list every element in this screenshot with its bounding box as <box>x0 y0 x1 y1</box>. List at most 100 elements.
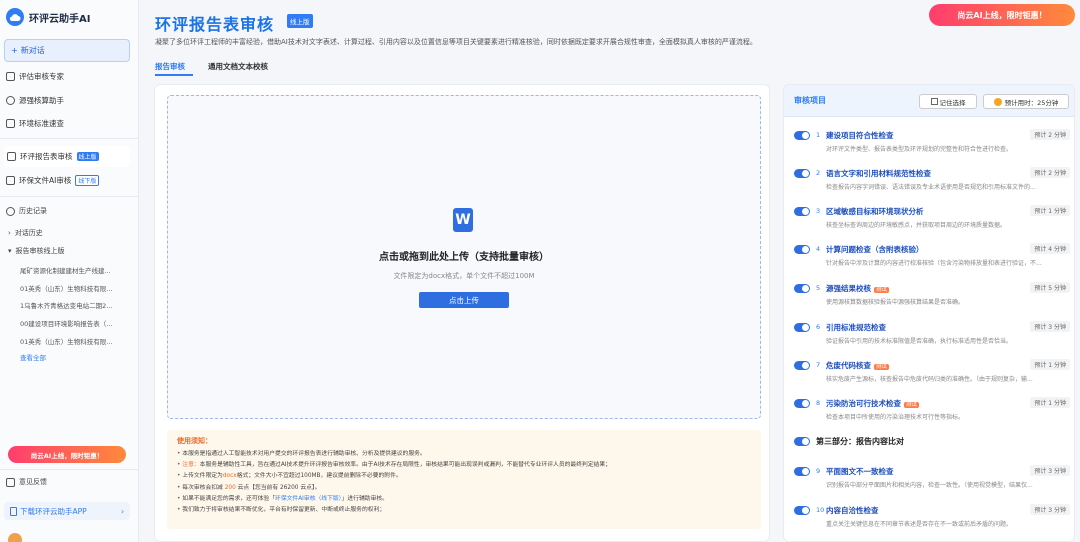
offline-review-link[interactable]: 环保文件AI审核（线下版） <box>275 496 342 502</box>
upload-hint: 文件限定为docx格式，单个文件不超过100M <box>393 272 535 280</box>
item-number: 1 <box>816 131 821 139</box>
review-item: 8 污染防治可行技术检查 测试 预计 1 分钟 检查本项目中所使用的污染治理技术可行性等… <box>794 395 1070 431</box>
test-badge: 测试 <box>904 402 920 408</box>
review-items-panel: 审核项目 记住选择 预计用时：25分钟 第三部分：报告内容比对 1 建设项目符合性… <box>783 84 1075 542</box>
plus-icon: + <box>11 46 18 55</box>
promo-banner[interactable]: 尚云AI上线，限时钜惠！ <box>8 446 126 463</box>
phone-icon <box>10 506 17 516</box>
test-badge: 测试 <box>874 364 890 370</box>
review-item: 4 计算问题检查（含附表核验） 预计 4 分钟针对报告中涉及计算的内容进行校准核验（… <box>794 241 1070 277</box>
feedback-link[interactable]: 意见反馈 <box>6 477 47 487</box>
review-item: 10 内容自洽性检查 预计 3 分钟 重点关注关键信息在不同章节表述是否存在不一致或前… <box>794 502 1070 538</box>
item-name[interactable]: 语言文字和引用材料规范性检查 <box>826 168 931 179</box>
list-item[interactable]: 00建设项目环境影响报告表（... <box>20 318 128 328</box>
sidebar-item-standard-lookup[interactable]: 环境标准速查 <box>6 116 64 130</box>
item-description: 核实危废产生源标，核查报告中危废代码归类的准确性。（由于规则复杂，输... <box>826 376 1033 383</box>
section-title: 第三部分：报告内容比对 <box>794 436 904 447</box>
calculator-icon <box>6 95 15 105</box>
item-estimate: 预计 2 分钟 <box>1030 129 1070 140</box>
sidebar-item-assess-expert[interactable]: 评估审核专家 <box>6 69 64 83</box>
chevron-right-icon: › <box>121 506 124 516</box>
list-item[interactable]: 01英秀（山东）生物科技有限... <box>20 336 128 346</box>
section-toggle[interactable] <box>794 437 810 446</box>
upload-button[interactable]: 点击上传 <box>419 292 509 308</box>
item-number: 8 <box>816 399 821 407</box>
list-item[interactable]: 01英秀（山东）生物科技有限... <box>20 283 128 293</box>
sidebar-item-source-helper[interactable]: 源强核算助手 <box>6 93 64 107</box>
item-toggle[interactable] <box>794 361 810 370</box>
item-number: 10 <box>816 506 825 514</box>
item-toggle[interactable] <box>794 467 810 476</box>
view-all-link[interactable]: 查看全部 <box>20 352 46 362</box>
item-description: 验证报告中引用的技术标准限值是否准确，执行标准适用性是否恰当。 <box>826 338 1013 345</box>
item-toggle[interactable] <box>794 506 810 515</box>
chevron-right-icon: › <box>8 229 11 237</box>
notice-line: 本服务是指通过人工智能技术对用户提交的环评报告表进行辅助审核、分析及提供建议的服… <box>177 449 751 460</box>
item-toggle[interactable] <box>794 207 810 216</box>
version-badge: 线上版 <box>287 14 313 28</box>
item-name[interactable]: 源强结果校核 测试 <box>826 283 890 294</box>
sidebar: 环评云助手AI + 新对话 评估审核专家 源强核算助手 环境标准速查 环评报告表审… <box>0 0 139 542</box>
sidebar-item-file-review[interactable]: 环保文件AI审核 线下版 <box>6 173 100 187</box>
item-estimate: 预计 1 分钟 <box>1030 397 1070 408</box>
item-toggle[interactable] <box>794 399 810 408</box>
report-icon <box>7 152 16 161</box>
chevron-down-icon: ▾ <box>8 247 12 255</box>
item-name[interactable]: 污染防治可行技术检查 测试 <box>826 398 920 409</box>
remember-selection-checkbox[interactable]: 记住选择 <box>919 94 977 109</box>
feedback-icon <box>6 477 15 487</box>
list-item[interactable]: 1乌鲁木齐青格达变电站二期2... <box>20 300 128 310</box>
app-logo[interactable]: 环评云助手AI <box>6 8 90 26</box>
review-item: 7 危废代码核查 测试 预计 1 分钟核实危废产生源标，核查报告中危废代码归类的准确性… <box>794 357 1070 393</box>
item-description: 重点关注关键信息在不同章节表述是否存在不一致或前后矛盾的问题。 <box>826 521 1013 528</box>
notice-line: 每次审核会扣减 200 云点【您当前有 26200 云点】。 <box>177 483 751 494</box>
item-toggle[interactable] <box>794 323 810 332</box>
item-estimate: 预计 3 分钟 <box>1030 465 1070 476</box>
item-estimate: 预计 4 分钟 <box>1030 243 1070 254</box>
avatar[interactable] <box>8 533 22 542</box>
history-group-chats[interactable]: › 对话历史 <box>8 228 43 238</box>
review-item: 5 源强结果校核 测试 预计 5 分钟 使用源核算数据核验报告中源强核算结果是否准确。 <box>794 280 1070 316</box>
item-estimate: 预计 2 分钟 <box>1030 167 1070 178</box>
sidebar-item-report-review[interactable]: 环评报告表审核 线上版 <box>4 146 130 167</box>
item-name[interactable]: 区域敏感目标和环境现状分析 <box>826 206 924 217</box>
item-description: 针对报告中涉及计算的内容进行校准核验（包含污染物排放量和表进行验证，不... <box>826 260 1042 267</box>
item-toggle[interactable] <box>794 245 810 254</box>
word-file-icon: W <box>453 208 473 232</box>
item-name[interactable]: 建设项目符合性检查 <box>826 130 894 141</box>
new-chat-button[interactable]: + 新对话 <box>4 39 130 62</box>
promo-banner[interactable]: 尚云AI上线，限时钜惠！ <box>929 4 1075 26</box>
history-group-reports[interactable]: ▾ 报告审核线上版 <box>8 246 65 256</box>
timer-icon <box>993 97 1002 106</box>
item-description: 核查坐标查询周边的环境敏感点，并获取项目周边的环境质量数据。 <box>826 222 1007 229</box>
item-toggle[interactable] <box>794 284 810 293</box>
review-item: 6 引用标准规范检查 预计 3 分钟 验证报告中引用的技术标准限值是否准确，执行标准适… <box>794 319 1070 355</box>
review-panel-header: 审核项目 记住选择 预计用时：25分钟 <box>784 85 1074 117</box>
item-toggle[interactable] <box>794 131 810 140</box>
item-estimate: 预计 1 分钟 <box>1030 205 1070 216</box>
tab-report-review[interactable]: 报告审核 <box>155 61 185 72</box>
clock-icon <box>6 206 15 216</box>
item-description: 使用源核算数据核验报告中源强核算结果是否准确。 <box>826 299 965 306</box>
download-app-button[interactable]: 下载环评云助手APP › <box>4 502 130 520</box>
app-name: 环评云助手AI <box>29 13 91 25</box>
item-name[interactable]: 危废代码核查 测试 <box>826 360 890 371</box>
item-name[interactable]: 平面图文不一致检查 <box>826 466 894 477</box>
review-item: 3 区域敏感目标和环境现状分析 预计 1 分钟 核查坐标查询周边的环境敏感点，并获取项… <box>794 203 1070 239</box>
checkbox-icon <box>930 98 938 105</box>
cloud-icon <box>6 8 24 26</box>
notice-line: 我们致力于将审核结果不断优化，平台有时保留更新、中断或终止服务的权利； <box>177 505 751 516</box>
item-number: 4 <box>816 245 821 253</box>
item-name[interactable]: 内容自洽性检查 <box>826 505 879 516</box>
item-estimate: 预计 5 分钟 <box>1030 282 1070 293</box>
item-estimate: 预计 1 分钟 <box>1030 359 1070 370</box>
item-toggle[interactable] <box>794 169 810 178</box>
list-item[interactable]: 尾矿资源化制建建材生产线建... <box>20 265 128 275</box>
item-name[interactable]: 引用标准规范检查 <box>826 322 886 333</box>
review-panel-title: 审核项目 <box>794 96 826 105</box>
page-title: 环评报告表审核 <box>155 15 275 34</box>
tab-doc-check[interactable]: 通用文档文本校核 <box>208 61 268 72</box>
upload-title: 点击或拖到此处上传（支持批量审核） <box>379 252 549 263</box>
item-name[interactable]: 计算问题检查（含附表核验） <box>826 244 924 255</box>
item-number: 7 <box>816 361 821 369</box>
